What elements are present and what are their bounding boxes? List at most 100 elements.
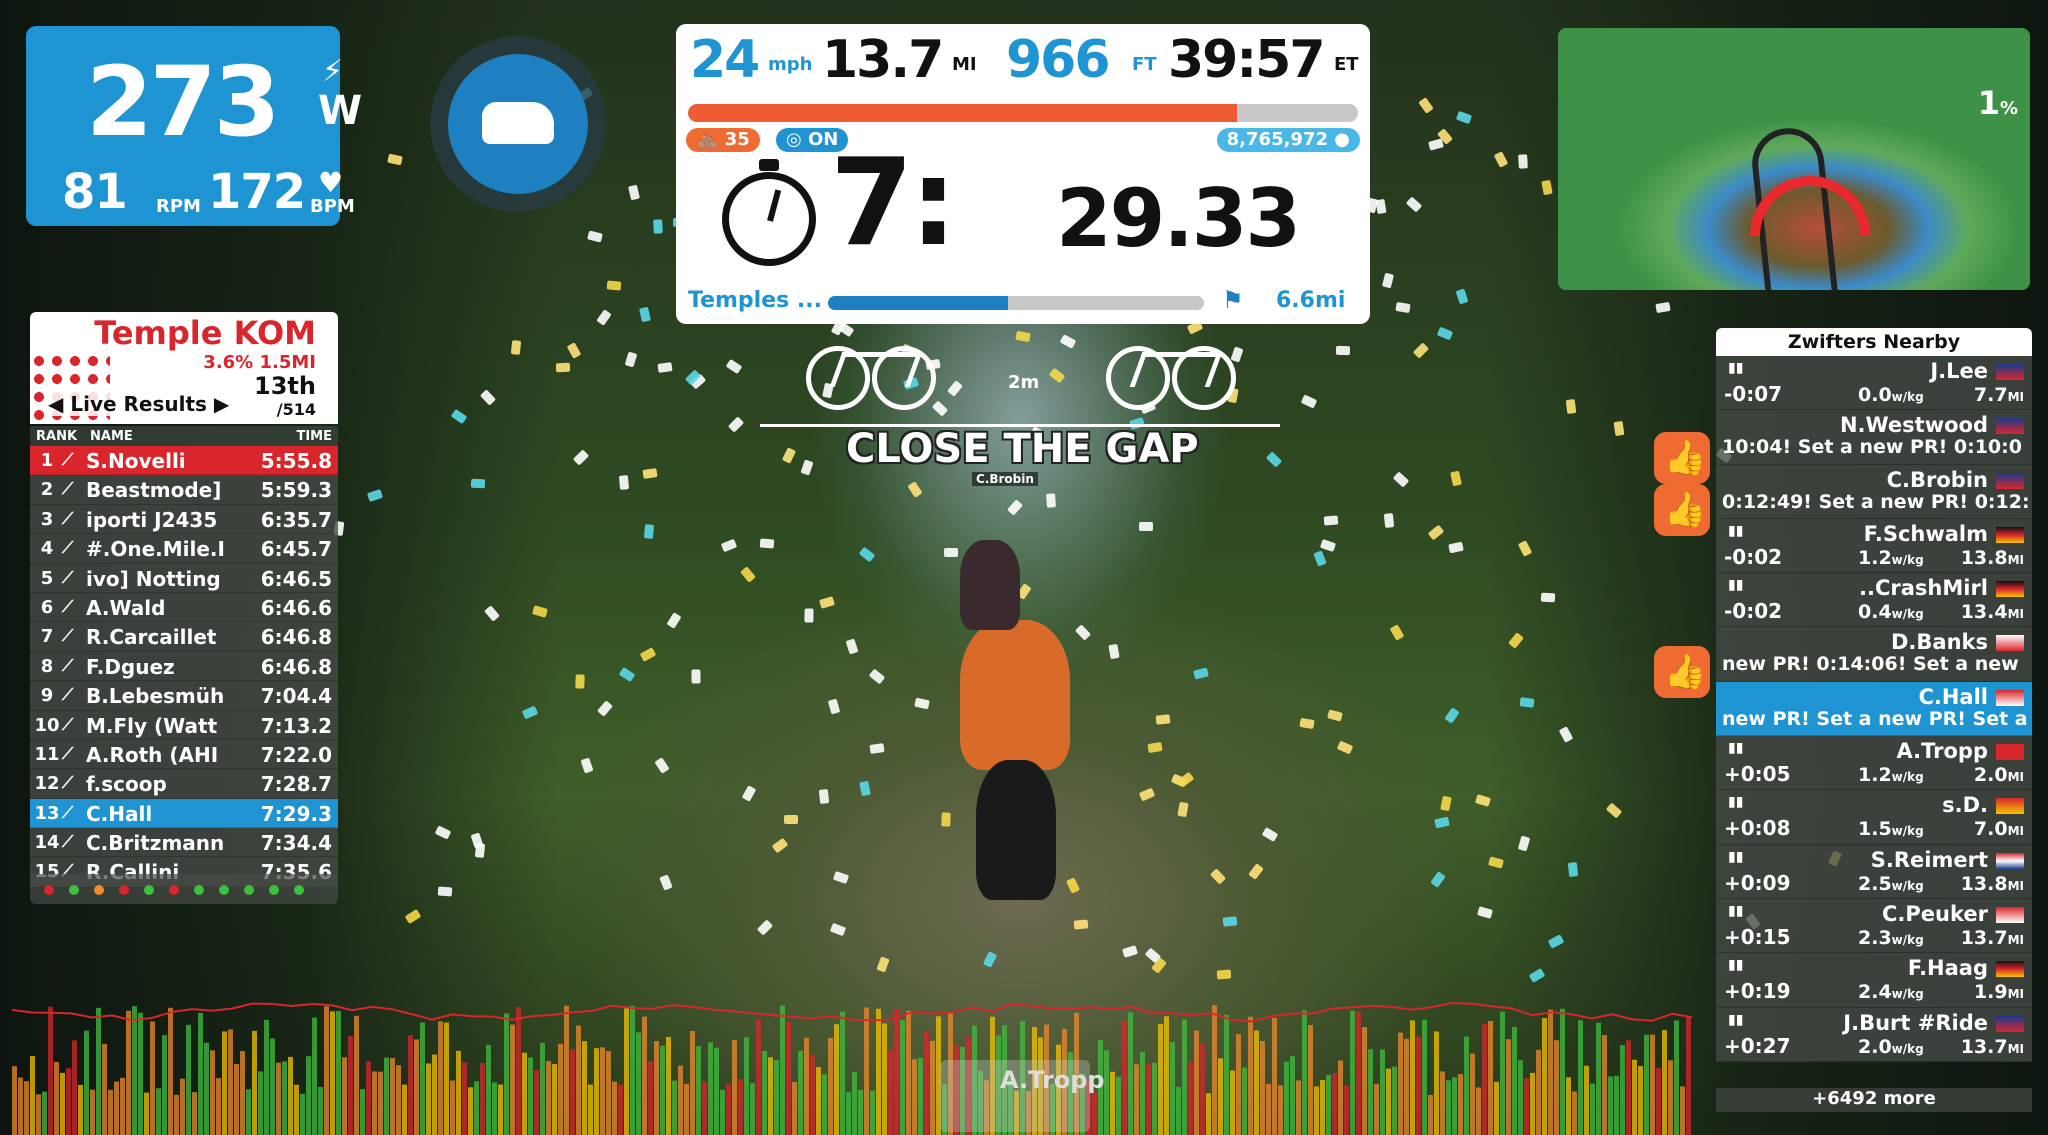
- row-name: R.Carcaillet: [86, 625, 217, 650]
- nearby-row[interactable]: C.Peuker ▮▮ +0:15 2.3w/kg 13.7MI: [1716, 898, 2032, 954]
- profile-bar: [36, 1094, 41, 1135]
- flag-icon: [1996, 798, 2024, 815]
- profile-bar: [192, 1092, 197, 1135]
- wkg-unit: w/kg: [1891, 1041, 1924, 1056]
- wkg-value: 2.3: [1858, 926, 1892, 949]
- ride-on-button-2[interactable]: 👍: [1654, 484, 1710, 536]
- device-icon: ▮▮: [1728, 794, 1744, 811]
- profile-bar: [1452, 1077, 1457, 1135]
- row-time: 7:04.4: [260, 684, 332, 709]
- profile-bar: [426, 1063, 431, 1135]
- distance-value: 13.4: [1960, 601, 2008, 624]
- profile-bar: [1578, 1020, 1583, 1135]
- col-name: NAME: [90, 429, 133, 444]
- route-progress-bar: [688, 104, 1358, 122]
- profile-bar: [720, 1089, 725, 1135]
- rider-distance: 13.8MI: [1961, 547, 2024, 569]
- bottom-rider-tag: A.Tropp: [940, 1060, 1105, 1132]
- profile-bar: [48, 1006, 53, 1135]
- profile-bar: [354, 1015, 359, 1135]
- profile-bar: [1530, 1072, 1535, 1135]
- distance-unit: MI: [2007, 1041, 2024, 1056]
- wkg-value: 0.0: [1858, 384, 1892, 406]
- profile-bar: [324, 1006, 329, 1135]
- profile-bar: [444, 1022, 449, 1135]
- profile-bar: [678, 1065, 683, 1135]
- profile-bar: [816, 1067, 821, 1135]
- profile-bar: [390, 1057, 395, 1135]
- row-rank: 11: [34, 743, 60, 765]
- rider-distance: 13.8MI: [1961, 873, 2024, 895]
- minimap[interactable]: 1%: [1558, 28, 2030, 290]
- profile-bar: [174, 1094, 179, 1135]
- bottom-rider-name: A.Tropp: [1000, 1066, 1105, 1094]
- profile-bar: [810, 1054, 815, 1135]
- nearby-row[interactable]: ..CrashMirl ▮▮ -0:02 0.4w/kg 13.4MI: [1716, 573, 2032, 628]
- profile-bar: [840, 1011, 845, 1135]
- confetti-piece: [652, 219, 663, 234]
- power-meter-icon: ⟋: [62, 567, 74, 587]
- confetti-piece: [759, 538, 775, 549]
- profile-bar: [414, 1039, 419, 1135]
- profile-bar: [540, 1042, 545, 1135]
- wkg-unit: w/kg: [1891, 770, 1924, 785]
- rider-name: s.D.: [1942, 793, 1988, 818]
- confetti-piece: [575, 674, 585, 689]
- profile-bar: [1416, 1036, 1421, 1135]
- live-results-toggle[interactable]: ◀ Live Results ▶: [44, 392, 234, 416]
- rider-distance: 13.7MI: [1961, 1036, 2024, 1058]
- wkg-unit: w/kg: [1891, 932, 1924, 947]
- rider-name: J.Lee: [1930, 359, 1988, 383]
- profile-bar: [1554, 1040, 1559, 1135]
- status-dot: [44, 885, 54, 895]
- nearby-row[interactable]: N.Westwood 10:04! Set a new PR! 0:10:0: [1716, 410, 2032, 465]
- leaderboard-row: 2 ⟋ Beastmode] 5:59.3: [30, 475, 338, 505]
- profile-bar: [582, 1041, 587, 1135]
- distance-value: 13.7: [1960, 1035, 2008, 1058]
- profile-bar: [42, 1091, 47, 1135]
- profile-bar: [96, 1007, 101, 1135]
- confetti-piece: [1147, 741, 1163, 753]
- nearby-row[interactable]: s.D. ▮▮ +0:08 1.5w/kg 7.0MI: [1716, 790, 2032, 845]
- leaderboard-dots: [30, 874, 338, 904]
- distance-unit: MI: [2007, 878, 2024, 893]
- nearby-row[interactable]: J.Burt #Ride ▮▮ +0:27 2.0w/kg 13.7MI: [1716, 1007, 2032, 1062]
- nearby-row[interactable]: C.Hall new PR! Set a new PR! Set a: [1716, 681, 2032, 737]
- powerup-button[interactable]: [430, 36, 606, 212]
- stopwatch-icon: [722, 159, 816, 266]
- profile-bar: [558, 1043, 563, 1135]
- nearby-row[interactable]: A.Tropp ▮▮ +0:05 1.2w/kg 2.0MI: [1716, 736, 2032, 791]
- profile-bar: [804, 1037, 809, 1135]
- nearby-more[interactable]: +6492 more: [1716, 1088, 2032, 1112]
- profile-bar: [108, 1089, 113, 1135]
- nearby-row[interactable]: D.Banks new PR! 0:14:06! Set a new: [1716, 627, 2032, 682]
- nearby-row[interactable]: F.Haag ▮▮ +0:19 2.4w/kg 1.9MI: [1716, 953, 2032, 1008]
- leaderboard-header: RANK NAME TIME: [30, 426, 338, 446]
- nearby-row[interactable]: J.Lee ▮▮ -0:07 0.0w/kg 7.7MI: [1716, 356, 2032, 411]
- kom-grade: 3.6%: [203, 352, 254, 373]
- profile-bar: [1584, 1065, 1589, 1135]
- profile-bar: [1398, 1032, 1403, 1135]
- ride-on-button-3[interactable]: 👍: [1654, 646, 1710, 698]
- nearby-row[interactable]: F.Schwalm ▮▮ -0:02 1.2w/kg 13.8MI: [1716, 518, 2032, 574]
- elevation-value: 966: [1006, 30, 1111, 90]
- profile-bar: [780, 1005, 785, 1135]
- distance-value: 2.0: [1973, 764, 2008, 787]
- profile-bar: [1128, 1012, 1133, 1135]
- profile-bar: [408, 1035, 413, 1135]
- ride-stats-panel: 24 mph 13.7 MI 966 FT 39:57 ET 🚲 35 ◎ ON…: [676, 24, 1370, 324]
- level-value: 35: [724, 129, 750, 150]
- confetti-piece: [869, 742, 885, 754]
- profile-bar: [1542, 1018, 1547, 1135]
- profile-bar: [726, 1084, 731, 1135]
- ride-on-button-1[interactable]: 👍: [1654, 432, 1710, 484]
- row-name: A.Roth (AHI: [86, 742, 219, 767]
- profile-bar: [120, 1077, 125, 1135]
- nearby-row[interactable]: S.Reimert ▮▮ +0:09 2.5w/kg 13.8MI: [1716, 844, 2032, 899]
- profile-bar: [828, 1038, 833, 1135]
- profile-bar: [846, 1092, 851, 1135]
- kom-position: 13th: [254, 372, 316, 400]
- profile-bar: [252, 1030, 257, 1135]
- profile-bar: [1320, 1080, 1325, 1135]
- nearby-row[interactable]: C.Brobin 0:12:49! Set a new PR! 0:12:: [1716, 464, 2032, 519]
